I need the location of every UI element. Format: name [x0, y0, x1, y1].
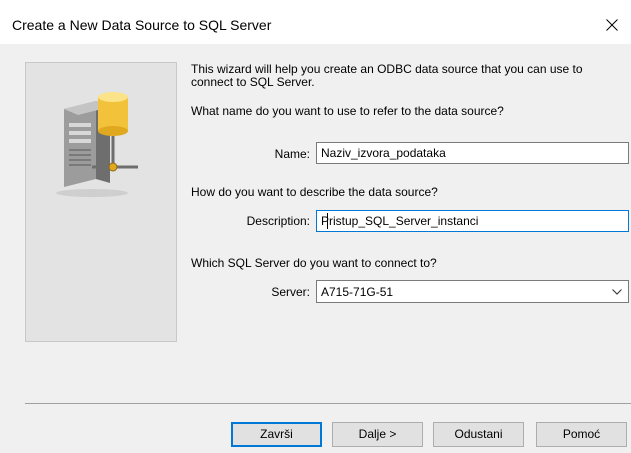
server-combobox[interactable]: A715-71G-51: [316, 280, 629, 303]
description-label: Description:: [246, 214, 310, 228]
close-icon: [606, 19, 618, 31]
title-bar: Create a New Data Source to SQL Server: [0, 6, 631, 44]
server-label: Server:: [271, 285, 310, 299]
server-question: Which SQL Server do you want to connect …: [191, 256, 437, 270]
footer-separator: [25, 403, 631, 404]
name-input[interactable]: [316, 142, 629, 164]
finish-button[interactable]: Završi: [231, 422, 322, 447]
text-caret: [327, 213, 328, 229]
description-input[interactable]: [316, 210, 629, 232]
odbc-wizard-dialog: Create a New Data Source to SQL Server T…: [0, 0, 631, 453]
help-button[interactable]: Pomoć: [536, 422, 627, 447]
description-question: How do you want to describe the data sou…: [191, 185, 438, 199]
close-button[interactable]: [591, 6, 631, 44]
name-label: Name:: [274, 147, 310, 161]
chevron-down-icon[interactable]: [612, 289, 622, 295]
window-title: Create a New Data Source to SQL Server: [12, 17, 272, 33]
intro-text: This wizard will help you create an ODBC…: [191, 62, 583, 89]
database-server-icon: [56, 92, 138, 197]
cancel-button[interactable]: Odustani: [433, 422, 524, 447]
next-button[interactable]: Dalje >: [332, 422, 423, 447]
wizard-image-panel: [25, 62, 177, 342]
name-question: What name do you want to use to refer to…: [191, 104, 504, 118]
server-combobox-value: A715-71G-51: [321, 285, 394, 299]
